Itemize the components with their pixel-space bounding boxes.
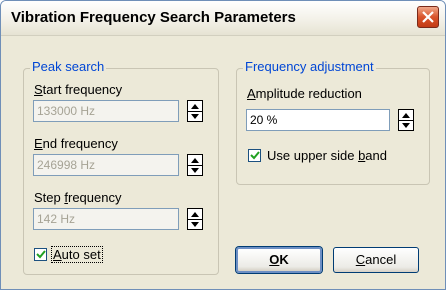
amplitude-reduction-label: Amplitude reduction <box>247 86 362 101</box>
checkmark-icon <box>250 151 260 160</box>
start-frequency-spinner[interactable] <box>187 100 203 122</box>
start-frequency-label: Start frequency <box>34 82 123 97</box>
checkmark-icon <box>36 250 46 259</box>
auto-set-checkbox[interactable] <box>34 248 47 261</box>
amplitude-reduction-field[interactable]: 20 % <box>246 109 390 131</box>
peak-search-legend: Peak search <box>30 59 107 74</box>
close-button[interactable] <box>417 6 439 28</box>
spin-down-icon[interactable] <box>188 219 202 229</box>
amplitude-reduction-spinner[interactable] <box>398 109 414 131</box>
step-frequency-field[interactable]: 142 Hz <box>33 208 179 230</box>
spin-down-icon[interactable] <box>188 165 202 175</box>
dialog-window: Vibration Frequency Search Parameters Pe… <box>0 0 446 290</box>
frequency-adjustment-legend: Frequency adjustment <box>243 59 376 74</box>
auto-set-label[interactable]: Auto set <box>51 246 103 263</box>
end-frequency-label: End frequency <box>34 136 118 151</box>
spin-down-icon[interactable] <box>188 111 202 121</box>
cancel-button[interactable]: Cancel <box>333 247 419 273</box>
ok-button[interactable]: OK <box>236 247 322 273</box>
start-frequency-field[interactable]: 133000 Hz <box>33 100 179 122</box>
step-frequency-spinner[interactable] <box>187 208 203 230</box>
end-frequency-spinner[interactable] <box>187 154 203 176</box>
upper-side-band-label[interactable]: Use upper side band <box>267 148 387 163</box>
upper-side-band-checkbox[interactable] <box>248 149 261 162</box>
close-icon <box>422 11 434 23</box>
step-frequency-label: Step frequency <box>34 190 122 205</box>
spin-down-icon[interactable] <box>399 120 413 130</box>
end-frequency-field[interactable]: 246998 Hz <box>33 154 179 176</box>
title-bar[interactable]: Vibration Frequency Search Parameters <box>1 1 445 36</box>
dialog-title: Vibration Frequency Search Parameters <box>11 9 296 26</box>
